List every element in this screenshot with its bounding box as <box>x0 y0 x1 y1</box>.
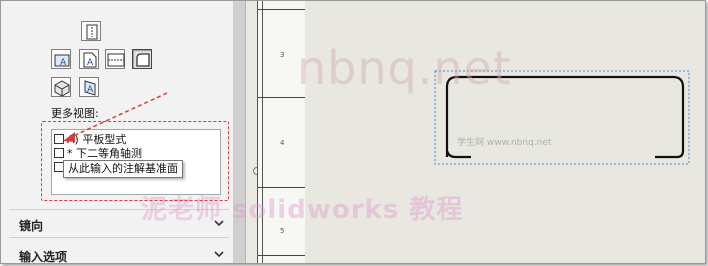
view-annotation-icon: A <box>84 80 96 96</box>
section-title: 输入选项 <box>19 250 68 264</box>
window: A A A 更多视图: A) 平板型式 * 下二等角轴测 从此输入的注解基准面 … <box>0 0 706 264</box>
view-flat-icon <box>136 53 150 67</box>
view-isometric-icon <box>54 80 70 97</box>
zone-letter: 5 <box>280 227 285 235</box>
divider <box>258 255 305 256</box>
more-views-label: 更多视图: <box>51 107 99 120</box>
view-top-button[interactable]: A <box>79 49 99 69</box>
divider <box>9 237 229 238</box>
divider <box>258 187 305 188</box>
zone-letter: 3 <box>280 51 285 59</box>
flat-pattern-edge[interactable] <box>445 150 471 159</box>
annotation-highlight-box <box>41 121 229 201</box>
svg-text:A: A <box>87 85 94 95</box>
chevron-down-icon[interactable] <box>213 248 225 260</box>
zone-letter: 4 <box>280 139 285 147</box>
section-title: 镜向 <box>19 219 44 233</box>
watermark: nbnq.net <box>297 41 512 95</box>
view-single-icon <box>86 24 98 40</box>
view-front-icon: A <box>54 54 70 68</box>
divider <box>258 97 305 98</box>
view-front-button[interactable]: A <box>51 49 71 69</box>
divider <box>258 9 305 10</box>
section-import-options[interactable]: 输入选项 <box>1 244 233 264</box>
view-top-icon: A <box>83 52 97 68</box>
svg-text:A: A <box>60 58 67 68</box>
svg-text:A: A <box>87 58 94 68</box>
view-flat-button[interactable] <box>132 49 152 69</box>
view-side-icon <box>107 53 125 67</box>
view-isometric-button[interactable] <box>51 77 71 97</box>
watermark: 学生网 www.nbnq.net <box>457 138 552 148</box>
view-annotation-button[interactable]: A <box>79 77 99 97</box>
view-side-button[interactable] <box>105 49 125 69</box>
view-single-button[interactable] <box>81 21 101 41</box>
